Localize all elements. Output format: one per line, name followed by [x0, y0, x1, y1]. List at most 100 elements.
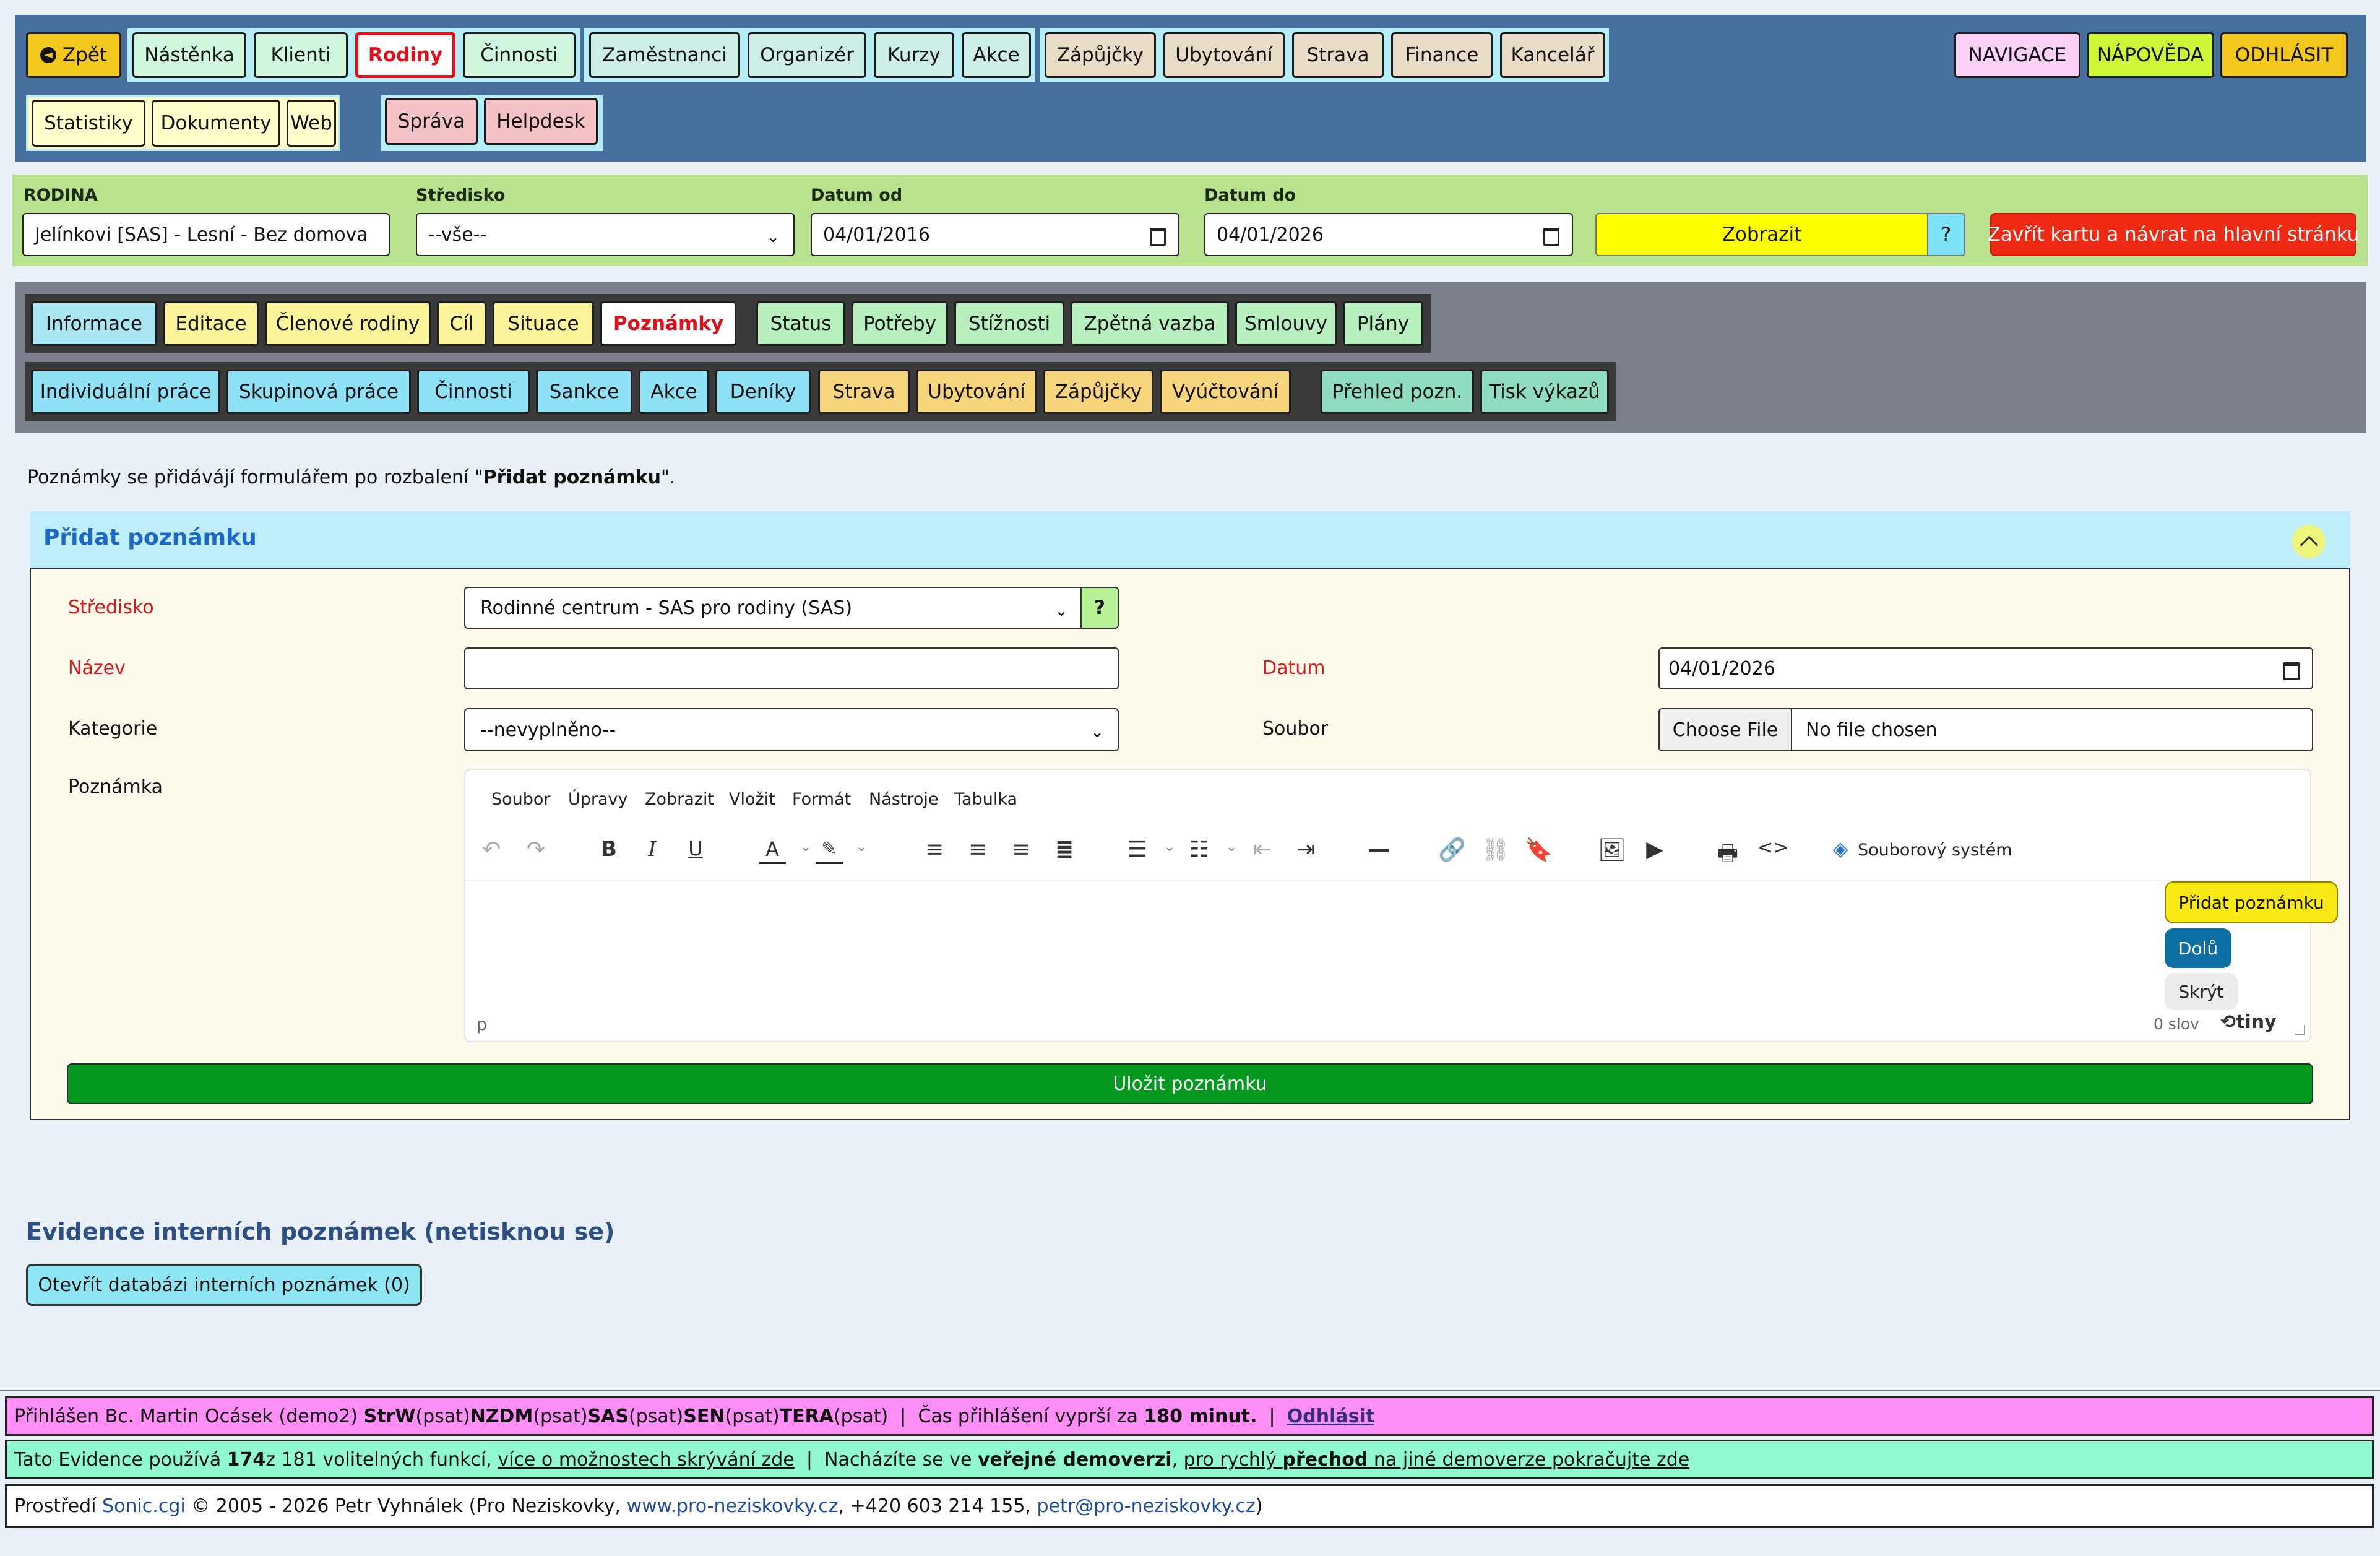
bullet-list-icon[interactable]: ☰ — [1124, 837, 1151, 862]
nav-clients[interactable]: Klienti — [254, 32, 348, 78]
tab-individual-work[interactable]: Individuální práce — [31, 370, 220, 414]
tab-notes[interactable]: Poznámky — [600, 301, 736, 346]
highlight-icon[interactable]: ✎ — [816, 837, 843, 864]
image-icon[interactable]: 🖼 — [1598, 837, 1626, 863]
tab-feedback[interactable]: Zpětná vazba — [1071, 301, 1229, 346]
center-select[interactable]: --vše-- ⌄ — [416, 213, 795, 256]
nav-accommodation[interactable]: Ubytování — [1163, 32, 1285, 78]
tab-activities[interactable]: Činnosti — [417, 370, 530, 414]
media-icon[interactable]: ▶ — [1641, 837, 1668, 862]
tab-accommodation[interactable]: Ubytování — [916, 370, 1037, 414]
unlink-icon[interactable]: ⛓ — [1481, 837, 1510, 863]
tab-group-work-tab[interactable]: Skupinová práce — [226, 370, 411, 414]
tab-members[interactable]: Členové rodiny — [265, 301, 431, 346]
tab-diaries[interactable]: Deníky — [715, 370, 811, 414]
tab-edit[interactable]: Editace — [163, 301, 259, 346]
save-note-button[interactable]: Uložit poznámku — [67, 1063, 2313, 1104]
filesystem-button[interactable]: Souborový systém — [1858, 841, 2012, 860]
email-link[interactable]: petr@pro-neziskovky.cz — [1037, 1495, 1256, 1517]
show-button[interactable]: Zobrazit — [1595, 213, 1928, 256]
nav-office[interactable]: Kancelář — [1500, 32, 1605, 78]
back-button[interactable]: ◄ Zpět — [26, 32, 121, 78]
horizontal-line-icon[interactable]: — — [1365, 837, 1392, 862]
editor-menu-table[interactable]: Tabulka — [954, 790, 1017, 809]
nav-administration[interactable]: Správa — [385, 98, 478, 145]
floating-down-button[interactable]: Dolů — [2165, 928, 2231, 968]
editor-content-area[interactable] — [465, 888, 2310, 1005]
nav-employees[interactable]: Zaměstnanci — [589, 32, 740, 78]
chevron-down-icon[interactable]: ⌄ — [1218, 839, 1245, 855]
filter-help-button[interactable]: ? — [1927, 213, 1965, 256]
note-category-select[interactable]: --nevyplněno-- ⌄ — [464, 708, 1119, 751]
footer-logout-link[interactable]: Odhlásit — [1287, 1406, 1374, 1427]
note-center-help-button[interactable]: ? — [1080, 587, 1119, 629]
bold-icon[interactable]: B — [595, 837, 623, 862]
align-center-icon[interactable]: ≡ — [964, 837, 991, 862]
nav-events[interactable]: Akce — [962, 32, 1031, 78]
tab-meals[interactable]: Strava — [818, 370, 910, 414]
date-to-input[interactable]: 04/01/2026 — [1204, 213, 1573, 256]
resize-handle-icon[interactable] — [2295, 1025, 2305, 1035]
link-icon[interactable]: 🔗 — [1438, 837, 1466, 863]
website-link[interactable]: www.pro-neziskovky.cz — [627, 1495, 839, 1517]
editor-menu-edit[interactable]: Úpravy — [568, 790, 628, 809]
open-internal-notes-button[interactable]: Otevřít databázi interních poznámek (0) — [26, 1264, 422, 1306]
outdent-icon[interactable]: ⇤ — [1249, 837, 1276, 862]
note-name-input[interactable] — [464, 647, 1119, 689]
tab-needs[interactable]: Potřeby — [852, 301, 948, 346]
help-button[interactable]: NÁPOVĚDA — [2087, 32, 2214, 78]
chevron-down-icon[interactable]: ⌄ — [1156, 839, 1183, 855]
tab-situation[interactable]: Situace — [493, 301, 594, 346]
bookmark-icon[interactable]: 🔖 — [1525, 837, 1553, 863]
tab-billing[interactable]: Vyúčtování — [1160, 370, 1291, 414]
tab-contracts[interactable]: Smlouvy — [1235, 301, 1337, 346]
family-select[interactable]: Jelínkovi [SAS] - Lesní - Bez domova — [22, 213, 390, 256]
nav-helpdesk[interactable]: Helpdesk — [484, 98, 598, 145]
hiding-options-link[interactable]: více o možnostech skrývání zde — [498, 1449, 794, 1471]
tab-goal[interactable]: Cíl — [437, 301, 486, 346]
align-right-icon[interactable]: ≡ — [1007, 837, 1035, 862]
nav-organizer[interactable]: Organizér — [748, 32, 866, 78]
choose-file-button[interactable]: Choose File — [1660, 709, 1792, 750]
redo-icon[interactable]: ↷ — [522, 837, 550, 862]
nav-finance[interactable]: Finance — [1391, 32, 1493, 78]
tab-plans[interactable]: Plány — [1343, 301, 1423, 346]
indent-icon[interactable]: ⇥ — [1292, 837, 1319, 862]
other-demos-link[interactable]: pro rychlý přechod na jiné demoverze pok… — [1184, 1449, 1690, 1471]
note-date-input[interactable]: 04/01/2026 — [1658, 647, 2313, 689]
chevron-up-icon[interactable] — [2292, 525, 2326, 558]
editor-menu-file[interactable]: Soubor — [491, 790, 551, 809]
italic-icon[interactable]: I — [639, 837, 666, 862]
close-card-button[interactable]: Zavřít kartu a návrat na hlavní stránku — [1988, 213, 2359, 256]
chevron-down-icon[interactable]: ⌄ — [848, 839, 875, 855]
floating-add-note-button[interactable]: Přidat poznámku — [2165, 881, 2338, 923]
filesystem-icon[interactable]: ◈ — [1827, 837, 1854, 860]
tab-notes-overview[interactable]: Přehled pozn. — [1321, 370, 1474, 414]
floating-hide-button[interactable]: Skrýt — [2165, 973, 2238, 1010]
editor-menu-insert[interactable]: Vložit — [729, 790, 775, 809]
numbered-list-icon[interactable]: ☷ — [1186, 837, 1213, 862]
sonic-link[interactable]: Sonic.cgi — [102, 1495, 186, 1517]
nav-dashboard[interactable]: Nástěnka — [132, 32, 246, 78]
underline-icon[interactable]: U — [682, 837, 709, 860]
print-icon[interactable]: 🖶 — [1714, 837, 1741, 875]
text-color-icon[interactable]: A — [759, 837, 786, 864]
nav-meals[interactable]: Strava — [1292, 32, 1384, 78]
tab-sanctions[interactable]: Sankce — [536, 370, 632, 414]
note-file-input[interactable]: Choose File No file chosen — [1658, 708, 2313, 751]
code-icon[interactable]: <> — [1757, 837, 1788, 858]
nav-families[interactable]: Rodiny — [355, 32, 455, 78]
tab-loans[interactable]: Zápůjčky — [1043, 370, 1153, 414]
undo-icon[interactable]: ↶ — [478, 837, 505, 862]
nav-documents[interactable]: Dokumenty — [152, 100, 280, 147]
date-from-input[interactable]: 04/01/2016 — [811, 213, 1179, 256]
editor-menu-tools[interactable]: Nástroje — [869, 790, 939, 809]
logout-button[interactable]: ODHLÁSIT — [2220, 32, 2348, 78]
add-note-panel-header[interactable]: Přidat poznámku — [30, 511, 2350, 568]
nav-courses[interactable]: Kurzy — [874, 32, 954, 78]
tab-complaints[interactable]: Stížnosti — [954, 301, 1064, 346]
note-center-select[interactable]: Rodinné centrum - SAS pro rodiny (SAS) ⌄ — [464, 587, 1083, 629]
nav-web[interactable]: Web — [287, 100, 336, 147]
nav-loans[interactable]: Zápůjčky — [1045, 32, 1156, 78]
tab-print-reports[interactable]: Tisk výkazů — [1480, 370, 1609, 414]
